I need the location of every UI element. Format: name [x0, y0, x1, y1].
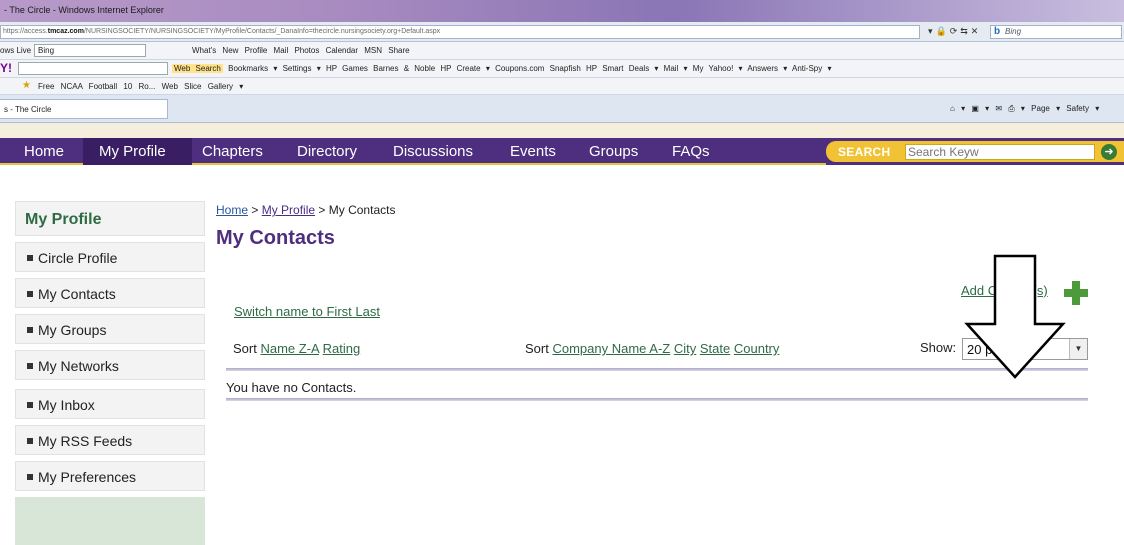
switch-name-order-link[interactable]: Switch name to First Last: [234, 304, 380, 319]
yahoo-search-input[interactable]: [18, 62, 168, 75]
print-icon: ⎙: [1008, 104, 1015, 113]
nav-directory[interactable]: Directory: [297, 143, 357, 160]
breadcrumb-my-profile[interactable]: My Profile: [262, 203, 315, 217]
sidebar-item-my-inbox[interactable]: My Inbox: [15, 389, 205, 419]
sidebar-item-label: My RSS Feeds: [38, 433, 133, 449]
bullet-icon: [27, 327, 33, 333]
sidebar-item-label: My Networks: [38, 358, 119, 374]
title-bar: - The Circle - Windows Internet Explorer: [0, 0, 1124, 22]
windows-live-label: ows Live: [0, 46, 32, 55]
url-path: /NURSINGSOCIETY/NURSINGSOCIETY/MyProfile…: [83, 28, 441, 35]
breadcrumb: Home > My Profile > My Contacts: [216, 203, 395, 217]
sidebar-item-my-networks[interactable]: My Networks: [15, 350, 205, 380]
show-label: Show:: [920, 340, 957, 355]
divider: [226, 398, 1088, 401]
window-title: - The Circle - Windows Internet Explorer: [4, 5, 164, 15]
nav-my-profile[interactable]: My Profile: [99, 143, 166, 160]
sort-state-link[interactable]: State: [700, 341, 730, 356]
sidebar-title-text: My Profile: [25, 211, 102, 228]
windows-live-links[interactable]: What's New Profile Mail Photos Calendar …: [192, 46, 410, 55]
breadcrumb-current: My Contacts: [328, 203, 396, 217]
sort-rating-link[interactable]: Rating: [323, 341, 361, 356]
divider: [226, 368, 1088, 371]
sidebar-title: My Profile: [15, 201, 205, 236]
url-field[interactable]: https://access.tmcaz.com/NURSINGSOCIETY/…: [0, 25, 920, 39]
bing-search-box[interactable]: Bing: [990, 25, 1122, 39]
yahoo-web-search-button[interactable]: Web Search: [172, 64, 223, 73]
sort-group-name: Sort Name Z-A Rating: [233, 341, 360, 356]
breadcrumb-separator: >: [318, 203, 326, 217]
nav-discussions[interactable]: Discussions: [393, 143, 473, 160]
page-title: My Contacts: [216, 227, 335, 249]
search-go-icon[interactable]: ➜: [1101, 144, 1117, 160]
breadcrumb-separator: >: [251, 203, 259, 217]
bullet-icon: [27, 438, 33, 444]
sidebar-item-my-groups[interactable]: My Groups: [15, 314, 205, 344]
sort-group-company: Sort Company Name A-Z City State Country: [525, 341, 779, 356]
favorites-links[interactable]: Free NCAA Football 10 Ro... Web Slice Ga…: [38, 82, 243, 91]
search-label: SEARCH: [838, 145, 891, 159]
chevron-down-icon[interactable]: ▼: [1069, 339, 1087, 359]
nav-groups[interactable]: Groups: [589, 143, 638, 160]
breadcrumb-home[interactable]: Home: [216, 203, 248, 217]
yahoo-links[interactable]: Web Search Bookmarks ▾ Settings ▾ HP Gam…: [172, 64, 832, 73]
home-icon: ⌂: [950, 104, 955, 113]
bullet-icon: [27, 255, 33, 261]
empty-contacts-message: You have no Contacts.: [226, 380, 357, 395]
add-plus-icon[interactable]: [1064, 281, 1088, 305]
command-bar-tools[interactable]: ⌂ ▾ ▣ ▾ ✉ ⎙ ▾ Page ▾ Safety ▾: [950, 104, 1099, 114]
down-arrow-annotation-icon: [964, 254, 1066, 379]
nav-events[interactable]: Events: [510, 143, 556, 160]
windows-live-toolbar: ows Live Bing What's New Profile Mail Ph…: [0, 42, 1124, 60]
mail-icon: ✉: [995, 104, 1003, 113]
feeds-icon: ▣: [971, 104, 979, 113]
nav-home[interactable]: Home: [24, 143, 64, 160]
sort-company-link[interactable]: Company Name A-Z: [552, 341, 670, 356]
sort-city-link[interactable]: City: [674, 341, 696, 356]
sort-name-link[interactable]: Name Z-A: [260, 341, 319, 356]
sidebar-item-label: My Preferences: [38, 469, 137, 485]
yahoo-logo-icon: Y!: [0, 61, 12, 75]
sidebar-item-label: My Groups: [38, 322, 107, 338]
sidebar-item-label: My Contacts: [38, 286, 116, 302]
sidebar-footer-panel: [15, 497, 205, 545]
sidebar-item-my-contacts[interactable]: My Contacts: [15, 278, 205, 308]
address-buttons[interactable]: ▾🔒⟳⇆✕: [928, 26, 981, 37]
page-top-band: [0, 123, 1124, 138]
nav-chapters[interactable]: Chapters: [202, 143, 263, 160]
search-input[interactable]: [905, 144, 1095, 160]
url-prefix: https://access.: [3, 28, 48, 35]
sidebar-item-label: My Inbox: [38, 397, 95, 413]
sidebar-item-circle-profile[interactable]: Circle Profile: [15, 242, 205, 272]
site-search: SEARCH ➜: [826, 138, 1124, 165]
web-page: Home My Profile Chapters Directory Discu…: [0, 123, 1124, 545]
yahoo-link-list[interactable]: Bookmarks ▾ Settings ▾ HP Games Barnes &…: [228, 64, 831, 73]
url-host: tmcaz.com: [47, 28, 84, 35]
sidebar-item-label: Circle Profile: [38, 250, 118, 266]
bullet-icon: [27, 291, 33, 297]
bullet-icon: [27, 474, 33, 480]
bullet-icon: [27, 402, 33, 408]
bullet-icon: [27, 363, 33, 369]
yahoo-toolbar: Y! Web Search Bookmarks ▾ Settings ▾ HP …: [0, 60, 1124, 78]
sort-label: Sort: [233, 341, 257, 356]
tab-the-circle[interactable]: s - The Circle: [0, 99, 168, 119]
windows-live-search[interactable]: Bing: [34, 44, 146, 57]
sidebar-item-my-preferences[interactable]: My Preferences: [15, 461, 205, 491]
sidebar-item-my-rss-feeds[interactable]: My RSS Feeds: [15, 425, 205, 455]
favorites-bar: ★ Free NCAA Football 10 Ro... Web Slice …: [0, 78, 1124, 95]
page-safety-menu[interactable]: Page ▾ Safety ▾: [1031, 104, 1099, 113]
address-bar: https://access.tmcaz.com/NURSINGSOCIETY/…: [0, 22, 1124, 42]
tab-bar: s - The Circle ⌂ ▾ ▣ ▾ ✉ ⎙ ▾ Page ▾ Safe…: [0, 95, 1124, 123]
sort-country-link[interactable]: Country: [734, 341, 780, 356]
sort-label: Sort: [525, 341, 549, 356]
favorites-star-icon[interactable]: ★: [22, 80, 31, 91]
nav-faqs[interactable]: FAQs: [672, 143, 710, 160]
browser-window: - The Circle - Windows Internet Explorer…: [0, 0, 1124, 545]
